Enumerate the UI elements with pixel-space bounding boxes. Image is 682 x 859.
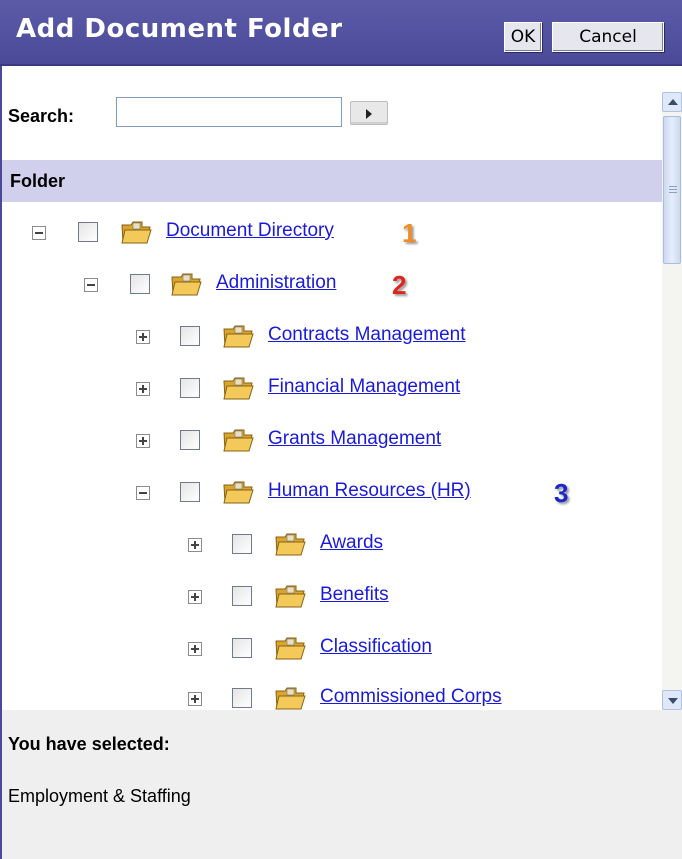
tree-node-link[interactable]: Grants Management: [268, 428, 441, 450]
tree-node-link[interactable]: Awards: [320, 532, 383, 554]
callout-badge-2: 2: [392, 270, 407, 300]
folder-checkbox[interactable]: [232, 586, 252, 606]
folder-icon: [223, 325, 254, 348]
selection-panel: You have selected: Employment & Staffing: [2, 710, 682, 859]
search-go-button[interactable]: [350, 101, 388, 125]
tree-node-grants-management: Grants Management: [2, 424, 662, 464]
tree-node-link[interactable]: Financial Management: [268, 376, 460, 398]
chevron-down-icon: [668, 698, 678, 704]
callout-badge-3: 3: [554, 478, 569, 508]
add-document-folder-dialog: Add Document Folder OK Cancel Search: Fo…: [0, 0, 682, 859]
folder-checkbox[interactable]: [180, 326, 200, 346]
chevron-up-icon: [668, 99, 678, 105]
selection-heading: You have selected:: [8, 734, 170, 754]
tree-node-human-resources: Human Resources (HR) 3: [2, 476, 662, 516]
selection-value: Employment & Staffing: [8, 786, 191, 806]
search-input[interactable]: [116, 97, 342, 127]
tree-node-document-directory: Document Directory 1: [2, 216, 662, 256]
scrollbar-thumb[interactable]: [663, 116, 681, 264]
folder-icon: [275, 637, 306, 660]
dialog-title-bar: Add Document Folder OK Cancel: [0, 0, 682, 66]
folder-tree: Folder Document Directory 1 Administrati…: [2, 160, 662, 710]
folder-icon: [223, 377, 254, 400]
ok-button[interactable]: OK: [504, 22, 542, 52]
search-label: Search:: [8, 106, 75, 126]
folder-icon: [275, 687, 306, 710]
scroll-up-button[interactable]: [662, 92, 682, 112]
tree-node-financial-management: Financial Management: [2, 372, 662, 412]
scroll-down-button[interactable]: [662, 690, 682, 710]
folder-icon: [223, 481, 254, 504]
play-arrow-icon: [366, 109, 372, 119]
grip-icon: [669, 186, 677, 187]
collapse-icon[interactable]: [84, 278, 98, 292]
dialog-title: Add Document Folder: [16, 14, 343, 44]
folder-checkbox[interactable]: [130, 274, 150, 294]
callout-badge-1: 1: [402, 218, 417, 248]
folder-icon: [223, 429, 254, 452]
folder-checkbox[interactable]: [232, 688, 252, 708]
folder-icon: [121, 221, 152, 244]
expand-icon[interactable]: [188, 692, 202, 706]
expand-icon[interactable]: [188, 538, 202, 552]
expand-icon[interactable]: [188, 642, 202, 656]
collapse-icon[interactable]: [32, 226, 46, 240]
tree-node-classification: Classification: [2, 632, 662, 672]
collapse-icon[interactable]: [136, 486, 150, 500]
tree-node-link[interactable]: Administration: [216, 272, 336, 294]
expand-icon[interactable]: [136, 382, 150, 396]
cancel-button[interactable]: Cancel: [552, 22, 664, 52]
folder-checkbox[interactable]: [180, 378, 200, 398]
tree-node-commissioned-corps: Commissioned Corps: [2, 682, 662, 710]
tree-node-awards: Awards: [2, 528, 662, 568]
tree-node-link[interactable]: Contracts Management: [268, 324, 466, 346]
folder-icon: [275, 533, 306, 556]
folder-icon: [275, 585, 306, 608]
tree-node-link[interactable]: Classification: [320, 636, 432, 658]
tree-node-link[interactable]: Human Resources (HR): [268, 480, 471, 502]
tree-node-benefits: Benefits: [2, 580, 662, 620]
expand-icon[interactable]: [136, 330, 150, 344]
tree-node-administration: Administration 2: [2, 268, 662, 308]
expand-icon[interactable]: [188, 590, 202, 604]
vertical-scrollbar[interactable]: [662, 92, 682, 710]
folder-checkbox[interactable]: [180, 482, 200, 502]
expand-icon[interactable]: [136, 434, 150, 448]
tree-node-link[interactable]: Document Directory: [166, 220, 334, 242]
folder-icon: [171, 273, 202, 296]
tree-node-contracts-management: Contracts Management: [2, 320, 662, 360]
folder-checkbox[interactable]: [232, 534, 252, 554]
tree-node-link[interactable]: Benefits: [320, 584, 389, 606]
folder-checkbox[interactable]: [180, 430, 200, 450]
folder-checkbox[interactable]: [78, 222, 98, 242]
folder-column-header: Folder: [2, 160, 662, 202]
tree-node-link[interactable]: Commissioned Corps: [320, 686, 502, 708]
folder-checkbox[interactable]: [232, 638, 252, 658]
